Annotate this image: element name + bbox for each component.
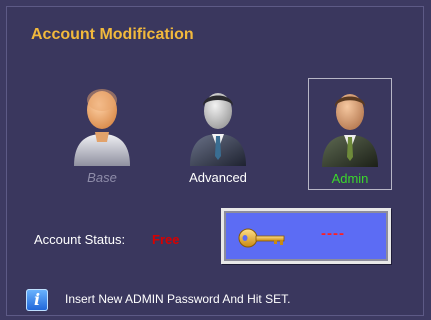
info-icon: i <box>26 289 48 311</box>
password-value: ---- <box>321 225 345 242</box>
account-base[interactable]: Base <box>60 78 144 190</box>
account-admin[interactable]: Admin <box>308 78 392 190</box>
account-status-value: Free <box>152 232 180 247</box>
account-status-label: Account Status: <box>34 232 126 247</box>
base-user-icon <box>74 89 130 166</box>
key-icon <box>238 228 285 248</box>
info-message: Insert New ADMIN Password And Hit SET. <box>65 292 291 306</box>
account-admin-label: Admin <box>331 171 369 186</box>
account-advanced[interactable]: Advanced <box>176 78 260 190</box>
account-base-label: Base <box>87 170 117 185</box>
page-title: Account Modification <box>31 26 194 43</box>
password-field[interactable]: ---- <box>221 208 391 264</box>
admin-user-icon <box>322 94 378 167</box>
advanced-user-icon <box>190 93 246 166</box>
account-advanced-label: Advanced <box>189 170 247 185</box>
